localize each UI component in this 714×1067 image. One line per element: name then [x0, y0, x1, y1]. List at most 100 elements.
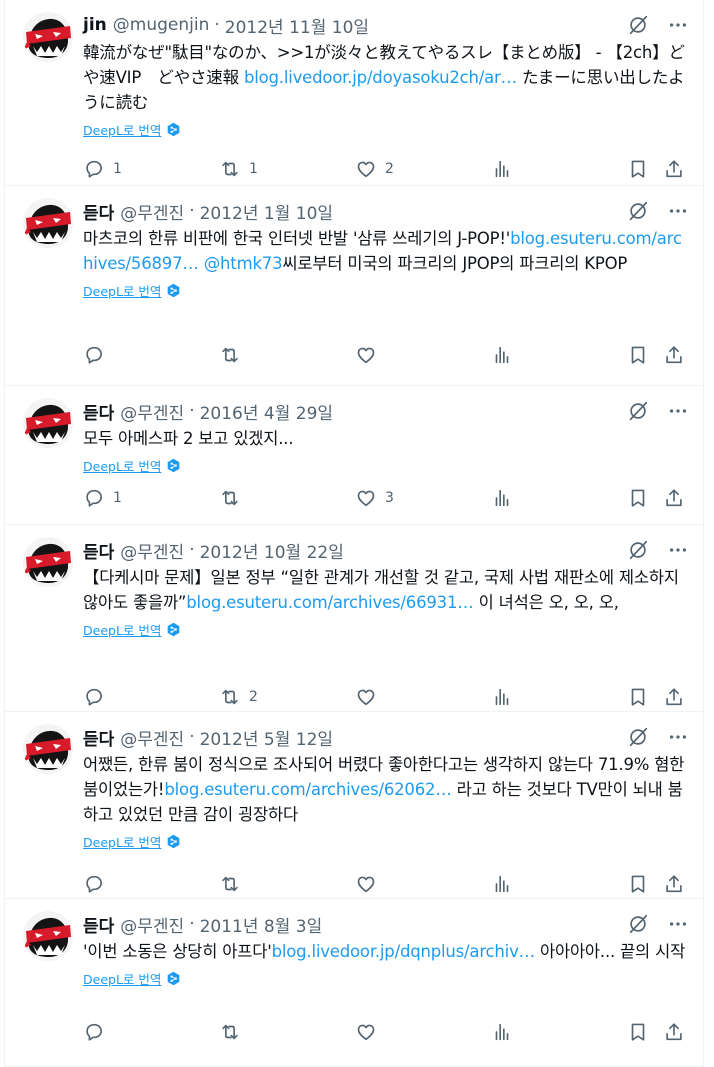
tweet[interactable]: 듣다 @무겐진 · 2012년 5월 12일 어쨌든, 한류 붐이 정식으로 조… — [5, 712, 703, 899]
bookmark-button[interactable] — [627, 158, 649, 180]
tweet-link[interactable]: blog.livedoor.jp/doyasoku2ch/ar… — [244, 68, 517, 87]
display-name[interactable]: 듣다 — [83, 399, 114, 424]
tweet-text: 어쨌든, 한류 붐이 정식으로 조사되어 버렸다 좋아한다고는 생각하지 않는다… — [83, 752, 689, 827]
display-name[interactable]: 듣다 — [83, 725, 114, 750]
mention-link[interactable]: @htmk73 — [204, 254, 283, 273]
avatar[interactable] — [23, 724, 73, 774]
display-name[interactable]: 듣다 — [83, 199, 114, 224]
like-button[interactable] — [355, 686, 385, 708]
tweet-actions — [83, 1019, 689, 1045]
like-button[interactable] — [355, 344, 385, 366]
translate-link[interactable]: DeepL로 번역 — [83, 280, 181, 300]
retweet-icon — [222, 161, 238, 177]
avatar[interactable] — [23, 911, 73, 961]
reply-button[interactable]: 1 — [83, 158, 122, 180]
views-button[interactable] — [491, 487, 513, 509]
grok-icon[interactable] — [627, 200, 649, 222]
grok-icon[interactable] — [627, 913, 649, 935]
tweet[interactable]: jin @mugenjin · 2012년 11월 10일 韓流がなぜ"駄目"な… — [5, 0, 703, 186]
views-button[interactable] — [491, 344, 513, 366]
display-name[interactable]: 듣다 — [83, 912, 114, 937]
avatar[interactable] — [23, 198, 73, 248]
avatar[interactable] — [23, 12, 73, 62]
views-button[interactable] — [491, 686, 513, 708]
separator-dot: · — [189, 540, 195, 560]
translate-link[interactable]: DeepL로 번역 — [83, 968, 181, 988]
share-button[interactable] — [663, 487, 685, 509]
bookmark-button[interactable] — [627, 686, 649, 708]
tweet[interactable]: 듣다 @무겐진 · 2011년 8월 3일 '이번 소동은 상당히 아프다'bl… — [5, 899, 703, 1067]
reply-button[interactable] — [83, 873, 113, 895]
user-handle[interactable]: @무겐진 — [120, 399, 184, 424]
more-icon[interactable] — [667, 400, 689, 422]
more-icon[interactable] — [667, 913, 689, 935]
avatar[interactable] — [23, 537, 73, 587]
more-icon[interactable] — [667, 200, 689, 222]
tweet-actions: 2 — [83, 684, 689, 710]
views-icon — [495, 160, 509, 178]
share-button[interactable] — [663, 1021, 685, 1043]
grok-icon[interactable] — [627, 726, 649, 748]
reply-button[interactable] — [83, 686, 113, 708]
more-icon[interactable] — [667, 539, 689, 561]
tweet-date[interactable]: 2012년 5월 12일 — [200, 725, 333, 750]
views-button[interactable] — [491, 158, 513, 180]
tweet-link[interactable]: blog.livedoor.jp/dqnplus/archiv… — [272, 942, 536, 961]
share-button[interactable] — [663, 873, 685, 895]
like-button[interactable]: 3 — [355, 487, 394, 509]
views-button[interactable] — [491, 1021, 513, 1043]
tweet-link[interactable]: blog.esuteru.com/archives/66931… — [186, 593, 473, 612]
reply-button[interactable] — [83, 344, 113, 366]
share-icon — [666, 875, 682, 893]
user-handle[interactable]: @mugenjin — [113, 15, 210, 35]
retweet-button[interactable]: 2 — [219, 686, 258, 708]
tweet-date[interactable]: 2012년 11월 10일 — [225, 13, 369, 38]
reply-button[interactable]: 1 — [83, 487, 122, 509]
display-name[interactable]: 듣다 — [83, 538, 114, 563]
deepl-icon — [168, 834, 180, 848]
bookmark-button[interactable] — [627, 873, 649, 895]
user-handle[interactable]: @무겐진 — [120, 538, 184, 563]
share-button[interactable] — [663, 686, 685, 708]
avatar-image — [23, 724, 73, 774]
translate-link[interactable]: DeepL로 번역 — [83, 119, 181, 139]
more-icon[interactable] — [667, 726, 689, 748]
bookmark-button[interactable] — [627, 1021, 649, 1043]
like-button[interactable] — [355, 1021, 385, 1043]
views-button[interactable] — [491, 873, 513, 895]
retweet-button[interactable] — [219, 873, 249, 895]
tweet[interactable]: 듣다 @무겐진 · 2016년 4월 29일 모두 아메스파 2 보고 있겠지.… — [5, 386, 703, 525]
more-icon[interactable] — [667, 14, 689, 36]
like-button[interactable]: 2 — [355, 158, 394, 180]
tweet-date[interactable]: 2011년 8월 3일 — [200, 912, 323, 937]
tweet[interactable]: 듣다 @무겐진 · 2012년 1월 10일 마츠코의 한류 비판에 한국 인터… — [5, 186, 703, 386]
translate-label: DeepL로 번역 — [83, 622, 162, 638]
retweet-button[interactable] — [219, 487, 249, 509]
share-button[interactable] — [663, 158, 685, 180]
bookmark-button[interactable] — [627, 344, 649, 366]
share-button[interactable] — [663, 344, 685, 366]
bookmark-icon — [631, 346, 645, 364]
tweet-date[interactable]: 2016년 4월 29일 — [200, 399, 333, 424]
tweet-date[interactable]: 2012년 1월 10일 — [200, 199, 333, 224]
user-handle[interactable]: @무겐진 — [120, 199, 184, 224]
tweet[interactable]: 듣다 @무겐진 · 2012년 10월 22일 【다케시마 문제】일본 정부 “… — [5, 525, 703, 712]
grok-icon[interactable] — [627, 539, 649, 561]
tweet-link[interactable]: blog.esuteru.com/archives/62062… — [164, 780, 451, 799]
like-button[interactable] — [355, 873, 385, 895]
tweet-date[interactable]: 2012년 10월 22일 — [200, 538, 344, 563]
grok-icon[interactable] — [627, 400, 649, 422]
grok-icon[interactable] — [627, 14, 649, 36]
retweet-button[interactable] — [219, 1021, 249, 1043]
translate-link[interactable]: DeepL로 번역 — [83, 455, 181, 475]
bookmark-button[interactable] — [627, 487, 649, 509]
retweet-button[interactable]: 1 — [219, 158, 258, 180]
translate-link[interactable]: DeepL로 번역 — [83, 619, 181, 639]
user-handle[interactable]: @무겐진 — [120, 912, 184, 937]
display-name[interactable]: jin — [83, 15, 107, 35]
user-handle[interactable]: @무겐진 — [120, 725, 184, 750]
avatar[interactable] — [23, 398, 73, 448]
retweet-button[interactable] — [219, 344, 249, 366]
reply-button[interactable] — [83, 1021, 113, 1043]
translate-link[interactable]: DeepL로 번역 — [83, 831, 181, 851]
